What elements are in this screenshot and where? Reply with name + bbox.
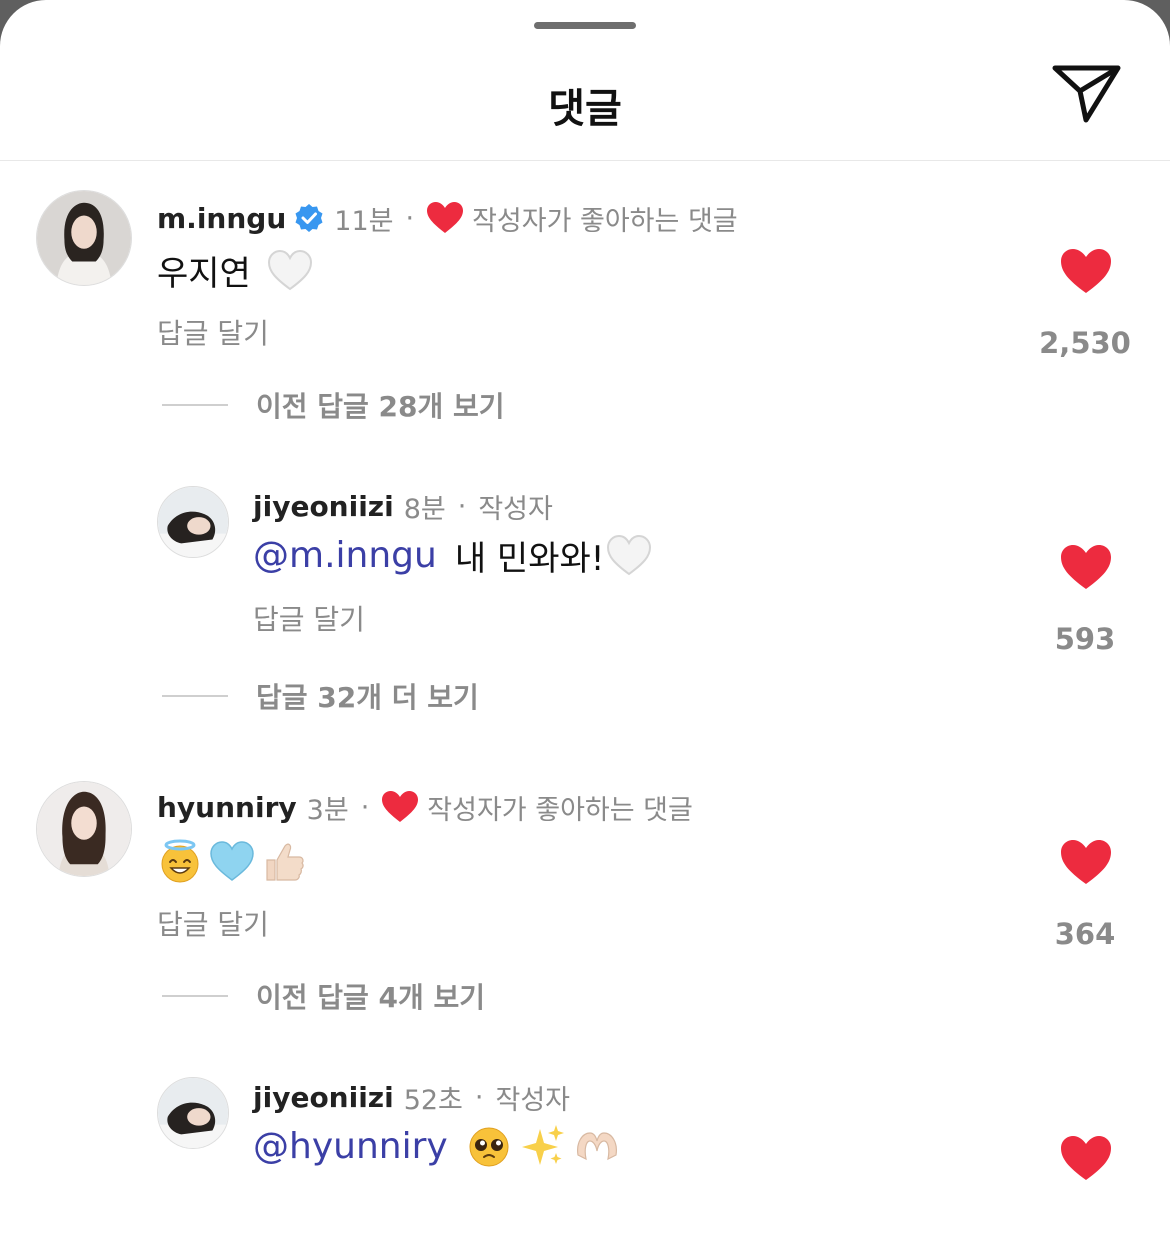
thumbs-up-icon — [266, 843, 304, 881]
username[interactable]: hyunniry — [157, 791, 297, 824]
separator-dot: · — [474, 1081, 484, 1113]
divider-line — [162, 695, 228, 697]
like-heart-icon[interactable] — [1059, 247, 1113, 295]
verified-badge-icon — [295, 204, 323, 232]
comment-text: @m.inngu 내 민와와! — [253, 530, 652, 580]
sparkles-icon — [521, 1125, 564, 1165]
page-title: 댓글 — [548, 86, 622, 132]
divider-line — [162, 995, 228, 997]
heart-icon — [382, 791, 419, 822]
comment-meta: jiyeoniizi 8분 · 작성자 — [253, 486, 553, 526]
view-previous-replies-label: 이전 답글 28개 보기 — [256, 390, 505, 423]
like-heart-icon[interactable] — [1059, 1134, 1113, 1182]
comment-time: 11분 — [334, 205, 394, 237]
like-count: 593 — [1054, 622, 1116, 656]
like-heart-icon[interactable] — [1059, 543, 1113, 591]
mention-link[interactable]: @m.inngu — [253, 535, 437, 576]
comment-text: 우지연 — [157, 245, 313, 295]
white-heart-icon — [607, 534, 652, 576]
username[interactable]: m.inngu — [157, 202, 286, 235]
heart-icon — [427, 202, 464, 233]
avatar[interactable] — [36, 190, 132, 286]
comment-time: 3분 — [306, 794, 349, 826]
separator-dot: · — [405, 202, 415, 234]
separator-dot: · — [457, 490, 467, 522]
view-more-replies-label: 답글 32개 더 보기 — [256, 681, 479, 714]
view-more-replies-button[interactable]: 답글 32개 더 보기 — [162, 676, 479, 716]
username[interactable]: jiyeoniizi — [253, 490, 394, 523]
avatar[interactable] — [36, 781, 132, 877]
comments-sheet: 댓글 m.inngu 11분 · 작성자가 좋아하는 댓글 우지연 답글 달기 … — [0, 0, 1170, 1240]
username[interactable]: jiyeoniizi — [253, 1081, 394, 1114]
reply-button[interactable]: 답글 달기 — [253, 598, 365, 638]
comment-body: 내 민와와! — [454, 538, 605, 579]
divider-line — [162, 404, 228, 406]
comment-time: 52초 — [403, 1084, 463, 1116]
send-icon[interactable] — [1050, 62, 1124, 126]
pleading-face-icon — [469, 1127, 509, 1167]
sheet-header: 댓글 — [0, 40, 1170, 161]
drag-handle[interactable] — [534, 22, 636, 29]
comment-body: 우지연 — [157, 253, 251, 294]
view-previous-replies-label: 이전 답글 4개 보기 — [256, 981, 486, 1014]
reply-button[interactable]: 답글 달기 — [157, 903, 269, 943]
like-count: 364 — [1054, 917, 1116, 951]
liked-by-author-label: 작성자가 좋아하는 댓글 — [427, 794, 693, 826]
white-heart-icon — [267, 249, 312, 291]
heart-hands-icon — [576, 1132, 617, 1161]
comment-time: 8분 — [403, 493, 446, 525]
comment-text: @hyunniry — [253, 1121, 620, 1171]
author-label: 작성자 — [495, 1084, 571, 1116]
view-previous-replies-button[interactable]: 이전 답글 4개 보기 — [162, 976, 485, 1016]
mention-link[interactable]: @hyunniry — [253, 1126, 448, 1167]
light-blue-heart-icon — [210, 841, 254, 881]
avatar[interactable] — [157, 486, 229, 558]
reply-button[interactable]: 답글 달기 — [157, 312, 269, 352]
separator-dot: · — [360, 791, 370, 823]
view-previous-replies-button[interactable]: 이전 답글 28개 보기 — [162, 385, 505, 425]
comment-meta: m.inngu 11분 · 작성자가 좋아하는 댓글 — [157, 198, 738, 238]
liked-by-author-label: 작성자가 좋아하는 댓글 — [472, 205, 738, 237]
comment-meta: hyunniry 3분 · 작성자가 좋아하는 댓글 — [157, 787, 693, 827]
like-count: 2,530 — [1039, 326, 1131, 360]
avatar[interactable] — [157, 1077, 229, 1149]
comment-text — [157, 836, 307, 886]
like-heart-icon[interactable] — [1059, 838, 1113, 886]
comment-meta: jiyeoniizi 52초 · 작성자 — [253, 1077, 570, 1117]
author-label: 작성자 — [478, 493, 553, 525]
smiling-halo-face-icon — [161, 839, 199, 883]
